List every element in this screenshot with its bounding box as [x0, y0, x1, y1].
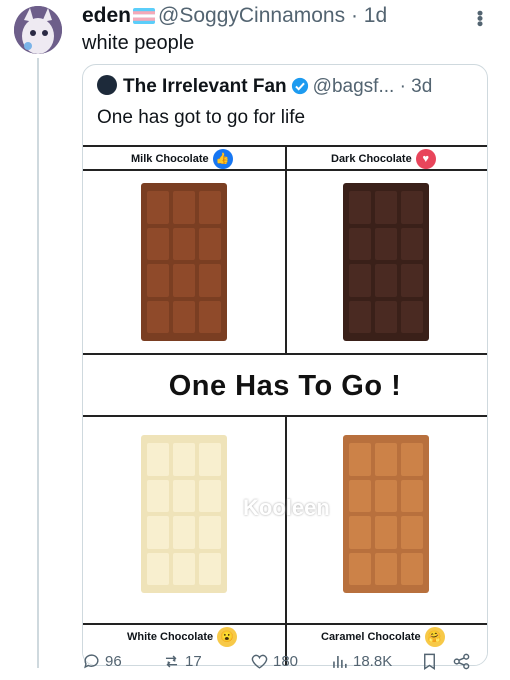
tweet-text: white people [82, 32, 195, 54]
bar-segments [349, 191, 423, 333]
panel-label-text: Caramel Chocolate [321, 630, 421, 643]
panel-label-caramel: Caramel Chocolate 🤗 [321, 627, 445, 647]
panel-label-milk: Milk Chocolate 👍 [131, 149, 233, 169]
heart-icon [251, 654, 268, 669]
tweet-time[interactable]: · 1d [351, 4, 387, 27]
reply-button[interactable]: 96 [82, 652, 122, 671]
avatar[interactable] [14, 6, 62, 54]
quoted-time[interactable]: · 3d [400, 76, 433, 97]
verified-icon [291, 77, 308, 95]
action-bar: 96 17 180 18.8K [82, 652, 492, 678]
watermark: Kooleen [243, 495, 330, 520]
views-button[interactable]: 18.8K [330, 652, 392, 671]
share-button[interactable] [452, 652, 471, 671]
panel-label-dark: Dark Chocolate ♥ [331, 149, 436, 169]
dark-chocolate-bar [343, 183, 429, 341]
grid-line [285, 415, 287, 665]
quoted-author-handle[interactable]: @bagsf... [313, 76, 395, 97]
panel-label-white: White Chocolate 😮 [127, 627, 238, 647]
bar-segments [349, 443, 423, 585]
repost-button[interactable]: 17 [162, 652, 202, 671]
poster-image[interactable]: Milk Chocolate 👍 Dark Chocolate ♥ One Has … [83, 145, 487, 665]
caramel-chocolate-bar [343, 435, 429, 593]
panel-label-text: Dark Chocolate [331, 152, 412, 165]
bar-segments [147, 443, 221, 585]
quoted-avatar[interactable] [97, 75, 117, 95]
quoted-author-name[interactable]: The Irrelevant Fan [123, 76, 287, 97]
grid-line [83, 353, 487, 355]
repost-count: 17 [185, 653, 202, 670]
thread-line [37, 58, 39, 668]
reply-count: 96 [105, 653, 122, 670]
repost-icon [165, 655, 178, 668]
panel-label-text: Milk Chocolate [131, 152, 209, 165]
author-name[interactable]: eden [82, 4, 131, 27]
wow-icon: 😮 [217, 627, 238, 647]
like-button[interactable]: 180 [250, 652, 298, 671]
grid-line [285, 145, 287, 355]
love-icon: ♥ [415, 149, 436, 169]
views-count: 18.8K [353, 653, 393, 670]
author-handle[interactable]: @SoggyCinnamons [158, 4, 345, 27]
milk-chocolate-bar [141, 183, 227, 341]
reply-icon [84, 654, 99, 669]
poster-title: One Has To Go ! [168, 370, 402, 402]
tweet-header: eden @SoggyCinnamons · 1d [82, 4, 387, 28]
quoted-tweet-header: The Irrelevant Fan @bagsf... · 3d [97, 75, 432, 98]
care-icon: 🤗 [424, 627, 445, 647]
grid-line [83, 623, 487, 625]
views-icon [333, 655, 347, 668]
like-icon: 👍 [212, 149, 233, 169]
quoted-text: One has got to go for life [97, 107, 306, 128]
trans-flag-icon [133, 8, 156, 24]
share-icon [453, 653, 470, 670]
white-chocolate-bar [141, 435, 227, 593]
bookmark-icon [424, 653, 435, 670]
bookmark-button[interactable] [420, 652, 439, 671]
more-icon[interactable]: ••• [469, 10, 490, 26]
like-count: 180 [273, 653, 299, 670]
bar-segments [147, 191, 221, 333]
panel-label-text: White Chocolate [127, 630, 214, 643]
quoted-tweet[interactable]: The Irrelevant Fan @bagsf... · 3d One ha… [82, 64, 488, 666]
